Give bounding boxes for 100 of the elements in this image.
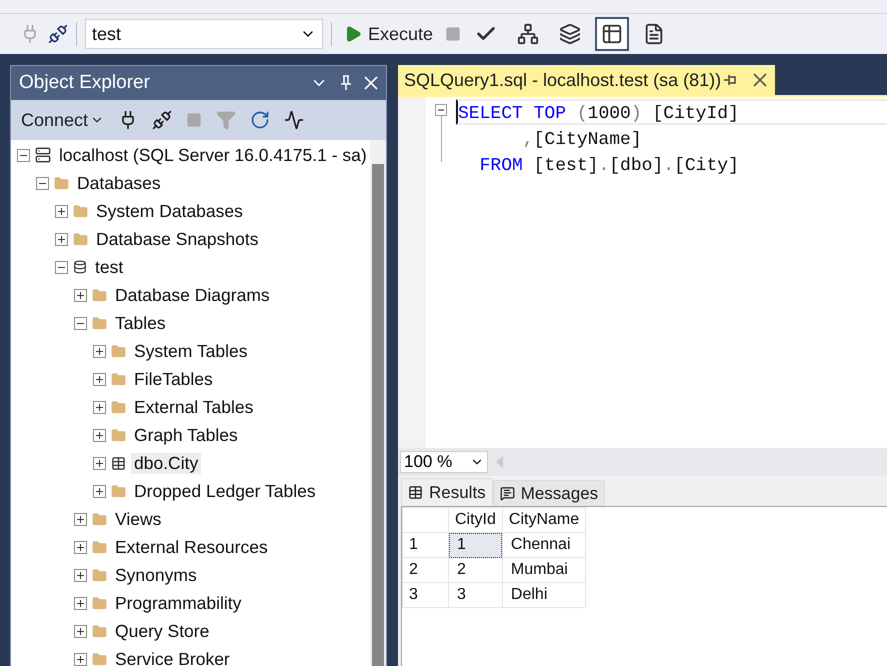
folder-icon [92, 652, 107, 666]
folder-icon [111, 372, 126, 386]
tree-item[interactable]: Graph Tables [131, 424, 241, 446]
table-cell: 1 [448, 532, 502, 558]
plus-icon [76, 598, 85, 608]
table-cell: Chennai [502, 532, 586, 558]
folder-icon [92, 288, 107, 302]
expand-toggle[interactable] [74, 540, 87, 554]
collapse-toggle[interactable] [74, 316, 87, 330]
close-icon[interactable] [753, 73, 767, 87]
folder-icon [92, 316, 107, 330]
plus-icon [76, 514, 85, 524]
stop-icon [186, 112, 202, 128]
results-tab[interactable]: Results [401, 478, 493, 506]
scrollbar[interactable] [370, 140, 386, 666]
folder-icon [73, 204, 88, 218]
expand-toggle[interactable] [93, 456, 106, 470]
execute-button[interactable]: Execute [340, 22, 438, 46]
row-number: 3 [402, 582, 448, 608]
collapse-toggle[interactable] [55, 260, 68, 274]
connect-button[interactable]: Connect [21, 110, 104, 130]
tree-item[interactable]: Views [112, 508, 164, 530]
table-cell: Delhi [502, 582, 586, 608]
code-line: ,[CityName] [522, 129, 643, 151]
code-line: SELECT TOP (1000) [CityId] [456, 99, 887, 125]
collapse-toggle[interactable] [435, 104, 447, 116]
results-to-grid-button[interactable] [595, 17, 630, 51]
expand-toggle[interactable] [93, 372, 106, 386]
database-dropdown[interactable]: test [85, 19, 323, 49]
activity-button[interactable] [284, 110, 304, 130]
expand-toggle[interactable] [74, 652, 87, 666]
expand-toggle[interactable] [74, 512, 87, 526]
tree-item[interactable]: Database Diagrams [112, 284, 273, 306]
folder-icon [111, 344, 126, 358]
plus-icon [76, 290, 85, 300]
expand-toggle[interactable] [93, 344, 106, 358]
collapse-toggle[interactable] [36, 176, 49, 190]
expand-toggle[interactable] [55, 232, 68, 246]
unplug-icon[interactable] [48, 24, 68, 44]
plus-icon [76, 570, 85, 580]
expand-toggle[interactable] [55, 204, 68, 218]
fold-line [440, 116, 442, 162]
folder-icon [111, 428, 126, 442]
plus-icon [95, 402, 104, 412]
tree-item[interactable]: dbo.City [131, 452, 202, 474]
refresh-icon [250, 110, 270, 130]
tree-item[interactable]: Tables [112, 312, 169, 334]
table-cell: 3 [448, 582, 502, 608]
plus-icon [76, 626, 85, 636]
tree-item[interactable]: Service Broker [112, 648, 233, 666]
table-icon [111, 456, 126, 470]
grid-icon [601, 23, 624, 45]
tree-item[interactable]: External Tables [131, 396, 256, 418]
unplug-button[interactable] [152, 110, 172, 130]
tree-item[interactable]: Programmability [112, 592, 244, 614]
expand-toggle[interactable] [74, 568, 87, 582]
database-icon [73, 260, 87, 274]
folder-icon [92, 624, 107, 638]
folder-icon [92, 540, 107, 554]
plus-icon [57, 206, 66, 216]
play-icon [344, 25, 362, 43]
tree-item[interactable]: System Databases [93, 200, 246, 222]
tree-item[interactable]: Query Store [112, 620, 212, 642]
diagram-icon [517, 23, 540, 45]
pin-icon[interactable] [723, 74, 737, 86]
message-icon [500, 486, 515, 501]
zoom-dropdown[interactable]: 100 % [400, 451, 488, 473]
tree-item[interactable]: System Tables [131, 340, 250, 362]
expand-toggle[interactable] [74, 624, 87, 638]
expand-toggle[interactable] [93, 400, 106, 414]
plus-icon [95, 374, 104, 384]
tree-item[interactable]: Dropped Ledger Tables [131, 480, 319, 502]
tree-item[interactable]: test [92, 256, 126, 278]
tree-item[interactable]: Database Snapshots [93, 228, 262, 250]
unplug-icon [152, 110, 172, 130]
expand-toggle[interactable] [74, 288, 87, 302]
document-tab[interactable]: SQLQuery1.sql - localhost.test (sa (81)) [398, 65, 775, 95]
layers-icon [559, 23, 582, 45]
table-cell: Mumbai [502, 558, 586, 582]
tree-item[interactable]: Synonyms [112, 564, 200, 586]
row-number: 2 [402, 558, 448, 582]
server-icon [35, 147, 51, 163]
panel-title: Object Explorer [19, 72, 150, 94]
tree-item[interactable]: FileTables [131, 368, 216, 390]
column-header[interactable]: CityName [502, 508, 586, 532]
code-line: FROM [test].[dbo].[City] [478, 155, 740, 177]
plus-icon [95, 486, 104, 496]
tree-item[interactable]: External Resources [112, 536, 271, 558]
plus-icon [95, 346, 104, 356]
tree-item[interactable]: localhost (SQL Server 16.0.4175.1 - sa) [56, 144, 370, 166]
expand-toggle[interactable] [93, 428, 106, 442]
activity-icon [284, 110, 304, 130]
results-tab[interactable]: Messages [492, 480, 606, 506]
expand-toggle[interactable] [74, 596, 87, 610]
folder-icon [92, 568, 107, 582]
plus-icon [95, 430, 104, 440]
tree-item[interactable]: Databases [74, 172, 164, 194]
expand-toggle[interactable] [93, 484, 106, 498]
collapse-toggle[interactable] [17, 148, 30, 162]
refresh-button[interactable] [250, 110, 270, 130]
